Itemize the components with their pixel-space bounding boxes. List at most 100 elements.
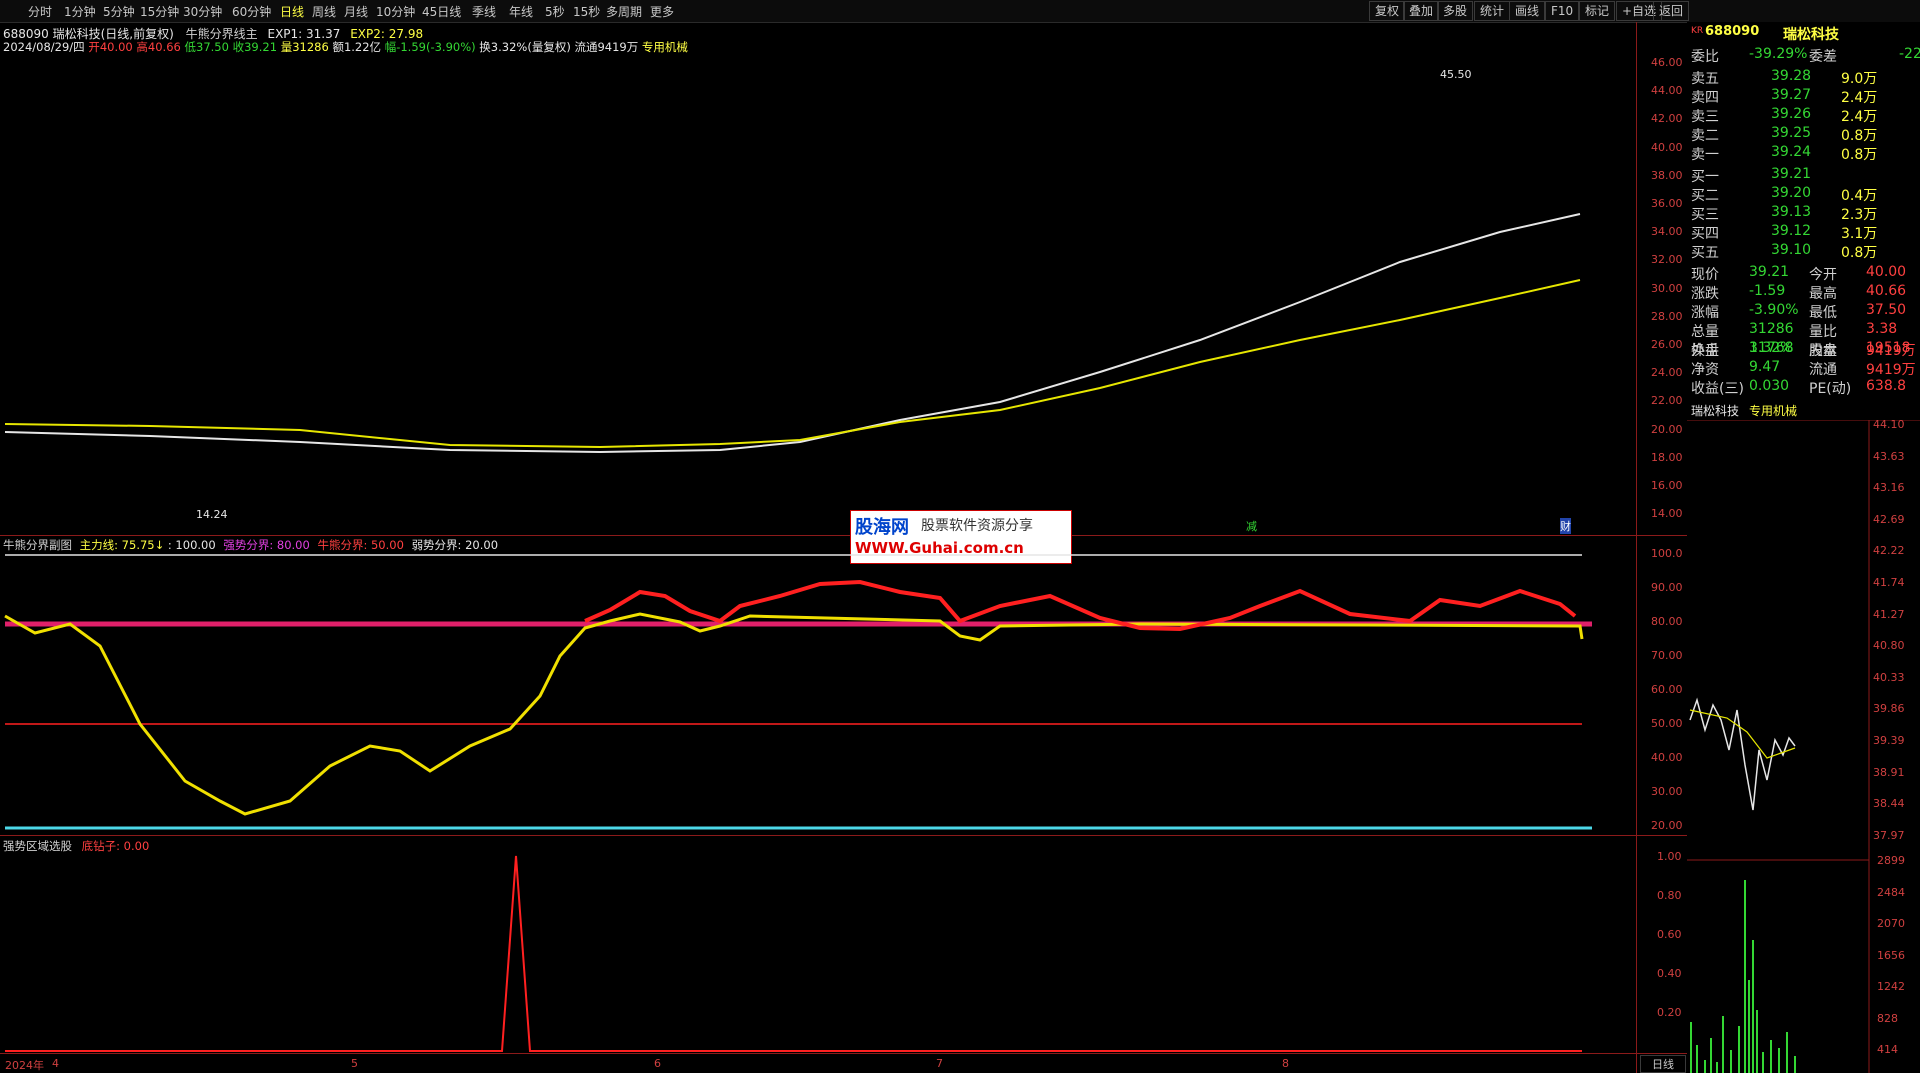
axis-tick: 2070	[1877, 917, 1905, 930]
row-volume: 0.8万	[1841, 128, 1878, 144]
toolbar-button[interactable]: 多股	[1437, 1, 1474, 21]
row-price: 39.28	[1771, 68, 1812, 84]
stat-cell: 39.21	[1749, 264, 1790, 280]
stat-cell: -1.59	[1749, 283, 1786, 299]
toolbar-button[interactable]: 叠加	[1403, 1, 1440, 21]
axis-tick: 0.20	[1657, 1006, 1682, 1019]
axis-tick: 38.44	[1873, 797, 1905, 811]
period-tab[interactable]: 5秒	[545, 3, 565, 20]
x-tick: 7	[936, 1057, 943, 1070]
toolbar-button[interactable]: 画线	[1509, 1, 1546, 21]
period-tab[interactable]: 15分钟	[140, 3, 179, 20]
toolbar-button[interactable]: 复权	[1369, 1, 1406, 21]
stat-cell: 3.38	[1866, 321, 1898, 337]
event-marker-jian[interactable]: 减	[1246, 518, 1257, 534]
event-marker-cai[interactable]: 财	[1560, 518, 1571, 534]
axis-tick: 100.0	[1651, 547, 1683, 560]
toolbar-button[interactable]: F10	[1545, 1, 1580, 21]
row-volume: 0.8万	[1841, 245, 1878, 261]
toolbar-button[interactable]: 标记	[1579, 1, 1616, 21]
row-label: 买一	[1691, 169, 1719, 185]
ma-white-line	[4, 213, 1581, 454]
row-label: 买二	[1691, 188, 1719, 204]
period-tab[interactable]: 周线	[312, 3, 336, 20]
row-price: 39.27	[1771, 87, 1812, 103]
period-tab[interactable]: 更多	[650, 3, 674, 20]
axis-tick: 40.80	[1873, 639, 1905, 653]
low-marker: 14.24	[196, 508, 228, 521]
quote-name: 瑞松科技	[1783, 27, 1839, 43]
axis-tick: 40.00	[1651, 751, 1683, 764]
row-label: 卖五	[1691, 71, 1719, 87]
stat-row: 总量 31286 量比 3.38	[1691, 321, 1917, 340]
period-tab[interactable]: 10分钟	[376, 3, 415, 20]
bid-row: 买四 39.12 3.1万	[1691, 223, 1917, 242]
axis-tick: 0.60	[1657, 928, 1682, 941]
period-tab[interactable]: 1分钟	[64, 3, 96, 20]
period-tab[interactable]: 季线	[472, 3, 496, 20]
stat-cell: 量比	[1809, 324, 1837, 340]
sub2-chart[interactable]	[0, 836, 1636, 1053]
axis-tick: 34.00	[1651, 225, 1683, 239]
weibi-label: 委比	[1691, 49, 1719, 65]
row-volume: 2.4万	[1841, 109, 1878, 125]
stat-cell: 换手	[1691, 343, 1719, 359]
axis-tick: 18.00	[1651, 450, 1683, 464]
axis-tick: 50.00	[1651, 717, 1683, 730]
quote-header: KR 688090 瑞松科技	[1691, 24, 1917, 43]
row-volume: 0.4万	[1841, 188, 1878, 204]
watermark-subtitle: 股票软件资源分享	[921, 518, 1033, 534]
toolbar-button[interactable]: 返回	[1653, 1, 1690, 21]
period-tab[interactable]: 15秒	[573, 3, 600, 20]
period-tab[interactable]: 30分钟	[183, 3, 222, 20]
row-price: 39.10	[1771, 242, 1812, 258]
weibi-value: -39.29%	[1749, 46, 1808, 62]
x-tick: 8	[1282, 1057, 1289, 1070]
axis-tick: 30.00	[1651, 785, 1683, 798]
axis-tick: 39.86	[1873, 702, 1905, 716]
stat-cell: PE(动)	[1809, 381, 1852, 397]
axis-tick: 414	[1877, 1043, 1898, 1056]
sub1-chart[interactable]	[0, 536, 1636, 835]
row-price: 39.12	[1771, 223, 1812, 239]
axis-tick: 2484	[1877, 885, 1905, 899]
axis-tick: 39.39	[1873, 734, 1905, 747]
axis-tick: 28.00	[1651, 309, 1683, 323]
row-volume: 2.4万	[1841, 90, 1878, 106]
stat-row: 涨幅 -3.90% 最低 37.50	[1691, 302, 1917, 321]
axis-tick: 22.00	[1651, 394, 1683, 408]
axis-tick: 42.69	[1873, 512, 1905, 526]
period-tab[interactable]: 月线	[344, 3, 368, 20]
axis-tick: 0.40	[1657, 967, 1682, 980]
axis-tick: 38.91	[1873, 765, 1905, 779]
axis-tick: 41.27	[1873, 607, 1905, 621]
axis-tick: 90.00	[1651, 581, 1683, 594]
period-tab[interactable]: 60分钟	[232, 3, 271, 20]
period-tab[interactable]: 年线	[509, 3, 533, 20]
stat-cell: 9419万	[1866, 362, 1916, 378]
period-tab[interactable]: 多周期	[606, 3, 642, 20]
stat2-row: 收益(三) 0.030 PE(动) 638.8	[1691, 378, 1917, 397]
bid-row: 买二 39.20 0.4万	[1691, 185, 1917, 204]
period-tab[interactable]: 45日线	[422, 3, 461, 20]
period-tab[interactable]: 分时	[28, 3, 52, 20]
axis-tick: 20.00	[1651, 819, 1683, 832]
xaxis-line	[0, 1053, 1687, 1054]
x-tick: 2024年	[5, 1059, 44, 1072]
toolbar-button[interactable]: 统计	[1474, 1, 1511, 21]
stat-row: 现价 39.21 今开 40.00	[1691, 264, 1917, 283]
period-tab[interactable]: 日线	[280, 3, 304, 20]
row-label: 买五	[1691, 245, 1719, 261]
axis-tick: 26.00	[1651, 338, 1683, 351]
quote-tag: KR	[1691, 26, 1704, 36]
stat2-row: 换手 3.32% 股本 9419万	[1691, 340, 1917, 359]
bid-row: 买三 39.13 2.3万	[1691, 204, 1917, 223]
period-label-button[interactable]: 日线	[1640, 1055, 1686, 1073]
row-price: 39.24	[1771, 144, 1812, 160]
period-tab[interactable]: 5分钟	[103, 3, 135, 20]
main-chart[interactable]	[0, 22, 1636, 535]
x-tick: 6	[654, 1057, 661, 1070]
stat2-row: 净资 9.47 流通 9419万	[1691, 359, 1917, 378]
row-price: 39.13	[1771, 204, 1812, 220]
main-force-line	[4, 612, 1584, 816]
